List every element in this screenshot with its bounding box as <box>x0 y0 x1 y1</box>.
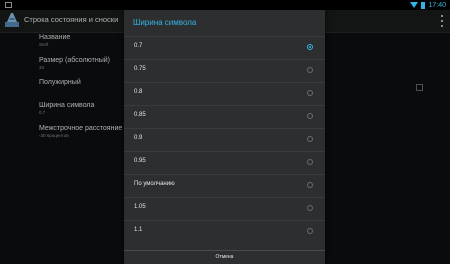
option-1-1[interactable]: 1.1 <box>124 220 325 243</box>
radio-icon[interactable] <box>307 159 313 165</box>
option-0-85[interactable]: 0.85 <box>124 105 325 128</box>
option-0-75[interactable]: 0.75 <box>124 59 325 82</box>
option-0-7[interactable]: 0.7 <box>124 36 325 59</box>
battery-icon <box>421 1 426 9</box>
option-label: 0.8 <box>134 89 143 95</box>
radio-icon[interactable] <box>307 67 313 73</box>
option-0-8[interactable]: 0.8 <box>124 82 325 105</box>
option-label: 1.05 <box>134 204 146 210</box>
option-0-9[interactable]: 0.9 <box>124 128 325 151</box>
option-label: 0.7 <box>134 43 143 49</box>
char-width-dialog: Ширина символа 0.7 0.75 0.8 0.85 0.9 0.9… <box>124 10 325 264</box>
radio-icon[interactable] <box>307 136 313 142</box>
option-label: 0.95 <box>134 158 146 164</box>
option-label: По умолчанию <box>134 181 175 187</box>
status-bar: 17:40 <box>0 0 450 10</box>
cancel-button[interactable]: Отмена <box>124 250 325 264</box>
radio-selected-icon[interactable] <box>307 44 313 50</box>
option-label: 0.9 <box>134 135 143 141</box>
dialog-title: Ширина символа <box>133 18 197 27</box>
option-default[interactable]: По умолчанию <box>124 174 325 197</box>
option-label: 0.75 <box>134 66 146 72</box>
notification-icon <box>5 2 12 8</box>
option-1-05[interactable]: 1.05 <box>124 197 325 220</box>
status-time: 17:40 <box>428 1 446 9</box>
wifi-icon <box>410 2 419 8</box>
radio-icon[interactable] <box>307 228 313 234</box>
radio-icon[interactable] <box>307 182 313 188</box>
radio-icon[interactable] <box>307 90 313 96</box>
radio-icon[interactable] <box>307 205 313 211</box>
option-label: 1.1 <box>134 227 143 233</box>
option-0-95[interactable]: 0.95 <box>124 151 325 174</box>
option-label: 0.85 <box>134 112 146 118</box>
radio-icon[interactable] <box>307 113 313 119</box>
